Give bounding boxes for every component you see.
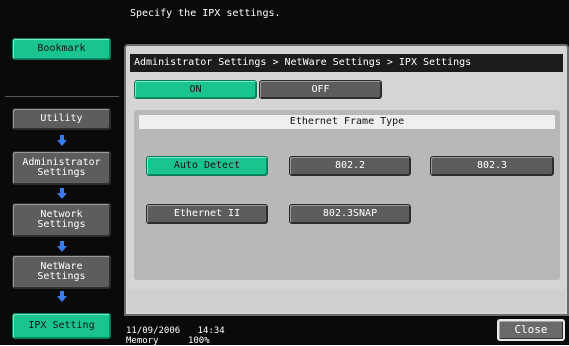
frame-802-2-label: 802.2: [334, 160, 366, 171]
arrow-down-icon: [52, 290, 72, 302]
panel-footer-strip: [128, 290, 565, 312]
frame-type-group: Ethernet Frame Type Auto Detect 802.2 80…: [134, 110, 560, 280]
frame-802-3-button[interactable]: 802.3: [430, 156, 554, 176]
close-label: Close: [514, 323, 548, 336]
screen: Bookmark Utility Administrator Settings …: [0, 0, 569, 346]
settings-panel: Administrator Settings > NetWare Setting…: [124, 44, 569, 316]
administrator-settings-button[interactable]: Administrator Settings: [12, 151, 111, 185]
administrator-label-line2: Settings: [37, 167, 86, 178]
auto-detect-button[interactable]: Auto Detect: [146, 156, 268, 176]
auto-detect-label: Auto Detect: [173, 160, 241, 171]
status-date: 11/09/2006: [126, 326, 181, 336]
netware-label-line2: Settings: [37, 271, 86, 282]
bookmark-label: Bookmark: [37, 43, 86, 54]
off-label: OFF: [311, 83, 330, 95]
breadcrumb-text: Administrator Settings > NetWare Setting…: [134, 57, 472, 68]
frame-type-label: Ethernet Frame Type: [289, 116, 405, 127]
arrow-down-icon: [52, 134, 72, 146]
frame-type-heading: Ethernet Frame Type: [139, 115, 555, 129]
utility-button[interactable]: Utility: [12, 108, 111, 130]
sidebar: Bookmark Utility Administrator Settings …: [0, 0, 124, 345]
off-button[interactable]: OFF: [259, 80, 382, 99]
status-info: 11/09/2006 14:34 Memory 100%: [126, 327, 225, 346]
status-bar: 11/09/2006 14:34 Memory 100% Close: [124, 316, 569, 346]
ethernet-ii-label: Ethernet II: [173, 208, 241, 219]
netware-settings-button[interactable]: NetWare Settings: [12, 255, 111, 289]
ethernet-ii-button[interactable]: Ethernet II: [146, 204, 268, 224]
ipx-setting-label: IPX Setting: [28, 320, 95, 331]
frame-802-3-label: 802.3: [476, 160, 508, 171]
sidebar-divider: [5, 96, 119, 97]
arrow-down-icon: [52, 187, 72, 199]
frame-802-2-button[interactable]: 802.2: [289, 156, 411, 176]
utility-label: Utility: [40, 113, 83, 124]
ipx-setting-button[interactable]: IPX Setting: [12, 313, 111, 339]
arrow-down-icon: [52, 240, 72, 252]
instruction-text: Specify the IPX settings.: [130, 8, 281, 19]
network-settings-button[interactable]: Network Settings: [12, 203, 111, 237]
bookmark-button[interactable]: Bookmark: [12, 38, 111, 60]
on-label: ON: [189, 83, 202, 95]
status-time: 14:34: [197, 326, 225, 336]
close-button[interactable]: Close: [497, 319, 565, 341]
on-button[interactable]: ON: [134, 80, 257, 99]
network-label-line2: Settings: [37, 219, 86, 230]
frame-802-3snap-label: 802.3SNAP: [322, 208, 378, 219]
instruction-message: Specify the IPX settings.: [124, 0, 569, 44]
breadcrumb: Administrator Settings > NetWare Setting…: [130, 54, 563, 72]
frame-802-3snap-button[interactable]: 802.3SNAP: [289, 204, 411, 224]
